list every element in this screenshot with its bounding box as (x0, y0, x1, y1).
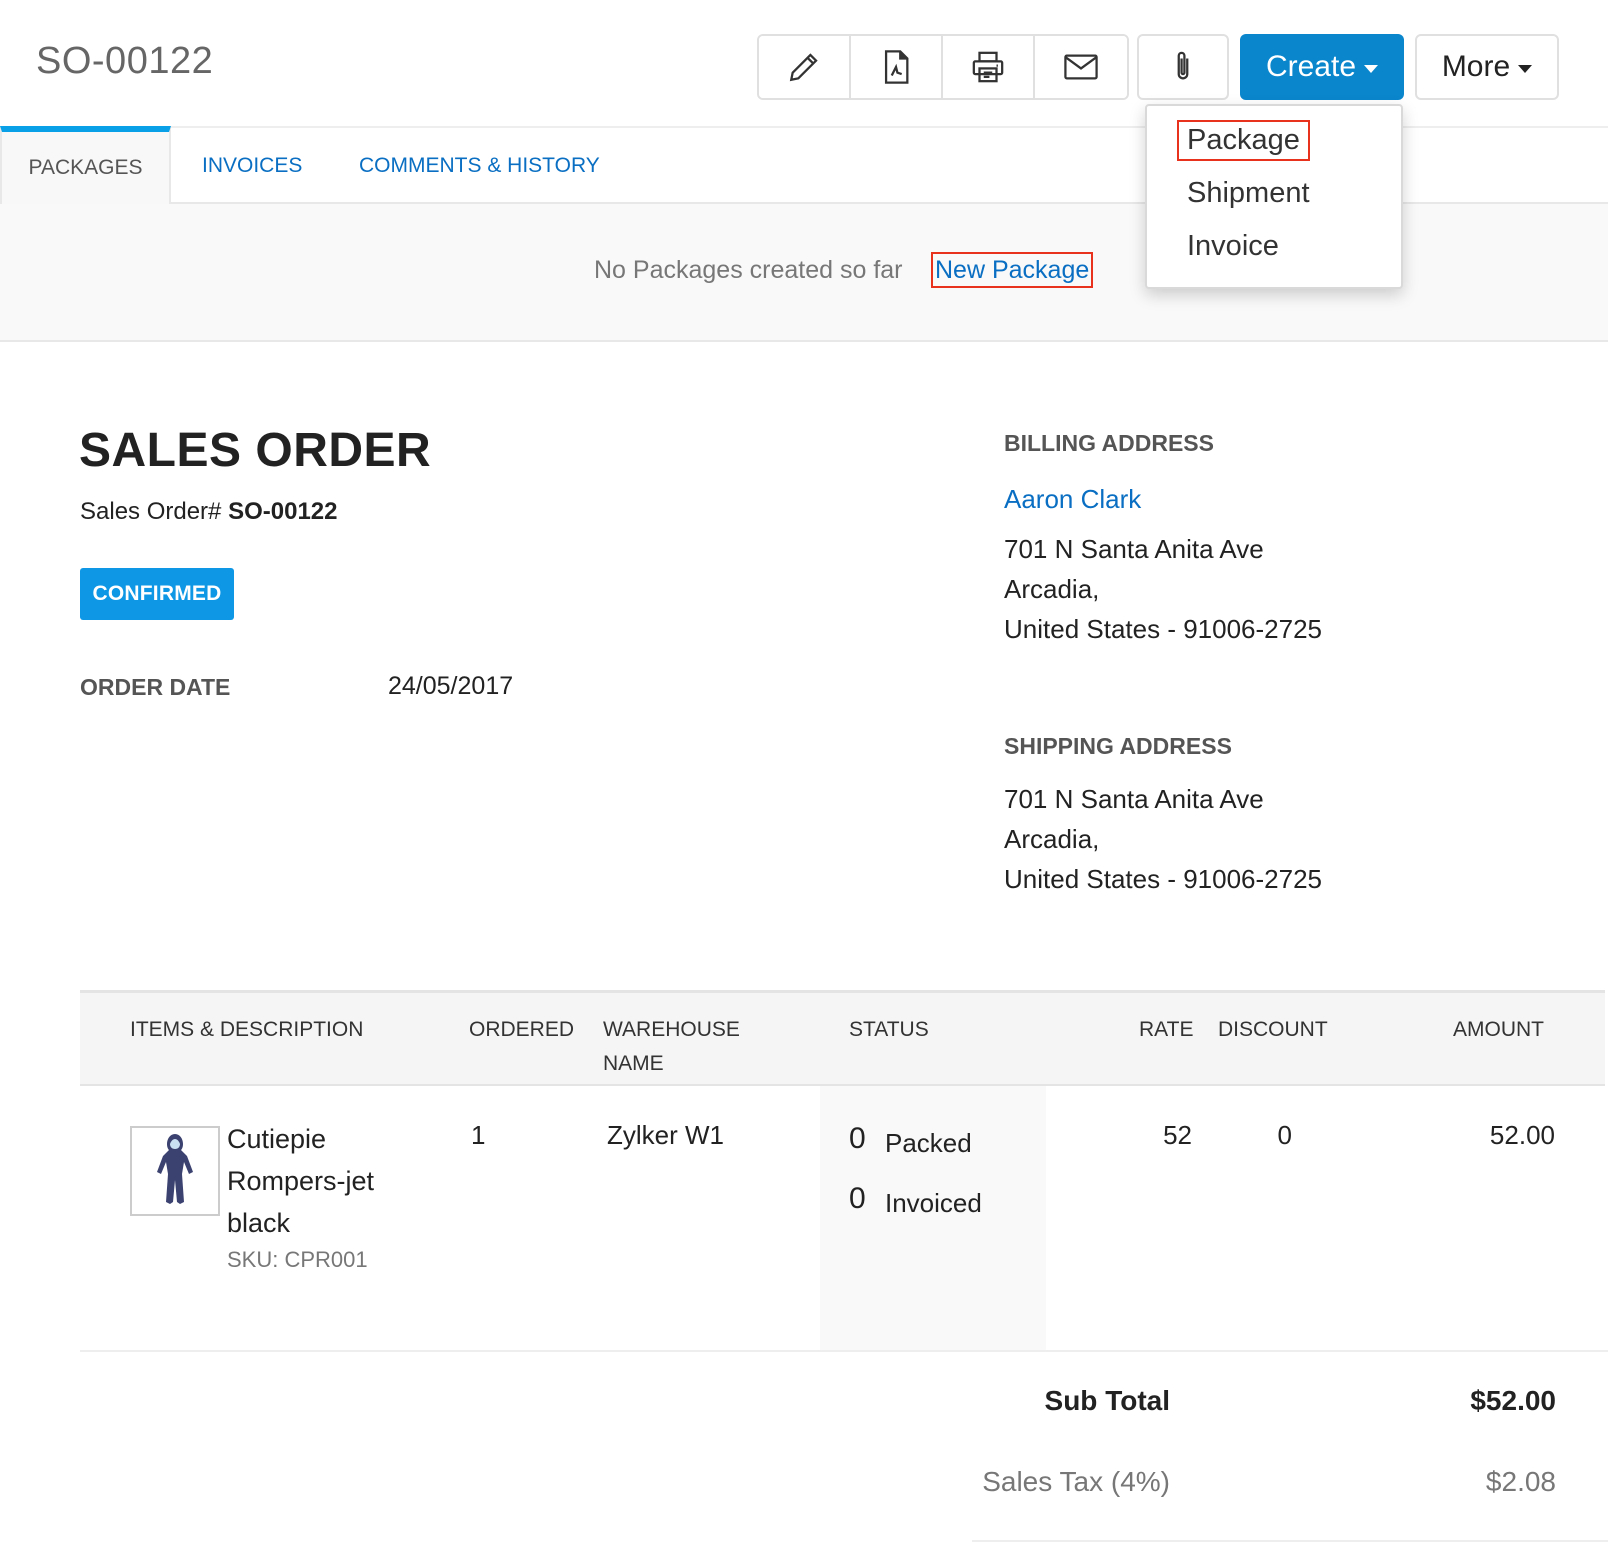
column-header-rate: RATE (1139, 1018, 1194, 1041)
items-table-header: ITEMS & DESCRIPTION ORDERED WAREHOUSE NA… (80, 990, 1605, 1086)
sub-total-label: Sub Total (1044, 1385, 1170, 1416)
ordered-quantity: 1 (471, 1120, 486, 1150)
sales-order-number: Sales Order# SO-00122 (80, 498, 337, 526)
create-dropdown-button[interactable]: Create (1240, 34, 1404, 100)
tab-label: PACKAGES (28, 156, 143, 179)
item-thumbnail (130, 1126, 220, 1216)
sales-order-number-value: SO-00122 (228, 498, 338, 525)
order-date-value: 24/05/2017 (388, 672, 514, 700)
edit-button[interactable] (759, 36, 851, 98)
email-button[interactable] (1035, 36, 1127, 98)
sales-tax-value: $2.08 (1485, 1466, 1556, 1497)
tab-invoices[interactable]: INVOICES (202, 128, 302, 204)
tab-packages[interactable]: PACKAGES (0, 126, 171, 204)
attach-button[interactable] (1137, 34, 1229, 100)
paperclip-icon (1177, 51, 1189, 80)
column-header-status: STATUS (849, 1018, 929, 1041)
sub-total-value: $52.00 (1470, 1385, 1556, 1416)
order-date-label: ORDER DATE (80, 674, 231, 700)
printer-icon (972, 51, 1004, 83)
item-amount: 52.00 (1489, 1120, 1555, 1150)
page-title: SO-00122 (36, 40, 214, 82)
new-package-link[interactable]: New Package (931, 252, 1094, 288)
billing-address-line: United States - 91006-2725 (1004, 614, 1322, 644)
item-sku: SKU: CPR001 (227, 1247, 368, 1272)
totals-divider (972, 1540, 1608, 1542)
sales-order-number-label: Sales Order# (80, 498, 222, 525)
empty-packages-message: No Packages created so far (594, 256, 903, 284)
print-button[interactable] (943, 36, 1035, 98)
column-header-warehouse: WAREHOUSE NAME (603, 1018, 740, 1075)
packed-label: Packed (885, 1128, 972, 1158)
billing-address-label: BILLING ADDRESS (1004, 430, 1214, 456)
shipping-address-label: SHIPPING ADDRESS (1004, 733, 1232, 759)
caret-down-icon (1364, 65, 1379, 73)
shipping-address-line: 701 N Santa Anita Ave (1004, 784, 1264, 814)
warehouse-name: Zylker W1 (607, 1120, 724, 1150)
column-header-discount: DISCOUNT (1218, 1018, 1328, 1041)
menu-item-invoice[interactable]: Invoice (1187, 230, 1279, 263)
item-discount: 0 (1277, 1120, 1292, 1150)
column-header-ordered: ORDERED (469, 1018, 575, 1041)
customer-name-link[interactable]: Aaron Clark (1004, 484, 1141, 515)
shipping-address-line: United States - 91006-2725 (1004, 864, 1322, 894)
sales-tax-label: Sales Tax (4%) (982, 1466, 1170, 1497)
menu-item-package[interactable]: Package (1177, 120, 1310, 161)
pdf-button[interactable] (851, 36, 943, 98)
more-dropdown-button[interactable]: More (1415, 34, 1559, 100)
action-button-group (757, 34, 1129, 100)
more-button-label: More (1441, 50, 1511, 83)
row-divider (80, 1350, 1608, 1352)
pencil-icon (789, 53, 818, 82)
create-dropdown-menu: Package Shipment Invoice (1145, 104, 1403, 289)
pdf-icon (884, 50, 909, 84)
tab-label: COMMENTS & HISTORY (359, 154, 600, 177)
status-badge: CONFIRMED (80, 568, 234, 620)
column-header-items: ITEMS & DESCRIPTION (130, 1018, 364, 1041)
romper-image-icon (157, 1134, 193, 1204)
invoiced-label: Invoiced (885, 1188, 982, 1218)
caret-down-icon (1518, 65, 1533, 73)
create-button-label: Create (1265, 50, 1357, 83)
mail-icon (1064, 54, 1098, 80)
item-name[interactable]: Cutiepie Rompers-jet black (227, 1118, 427, 1244)
billing-address-line: 701 N Santa Anita Ave (1004, 534, 1264, 564)
packed-count: 0 (849, 1122, 866, 1155)
toolbar (757, 34, 1129, 100)
item-rate: 52 (1163, 1120, 1192, 1150)
shipping-address-line: Arcadia, (1004, 824, 1100, 854)
tab-label: INVOICES (202, 154, 303, 177)
menu-item-shipment[interactable]: Shipment (1187, 177, 1310, 210)
billing-address-line: Arcadia, (1004, 574, 1100, 604)
document-heading: SALES ORDER (79, 424, 432, 477)
tab-comments-history[interactable]: COMMENTS & HISTORY (359, 128, 600, 204)
invoiced-count: 0 (849, 1182, 866, 1215)
column-header-amount: AMOUNT (1453, 1018, 1544, 1041)
